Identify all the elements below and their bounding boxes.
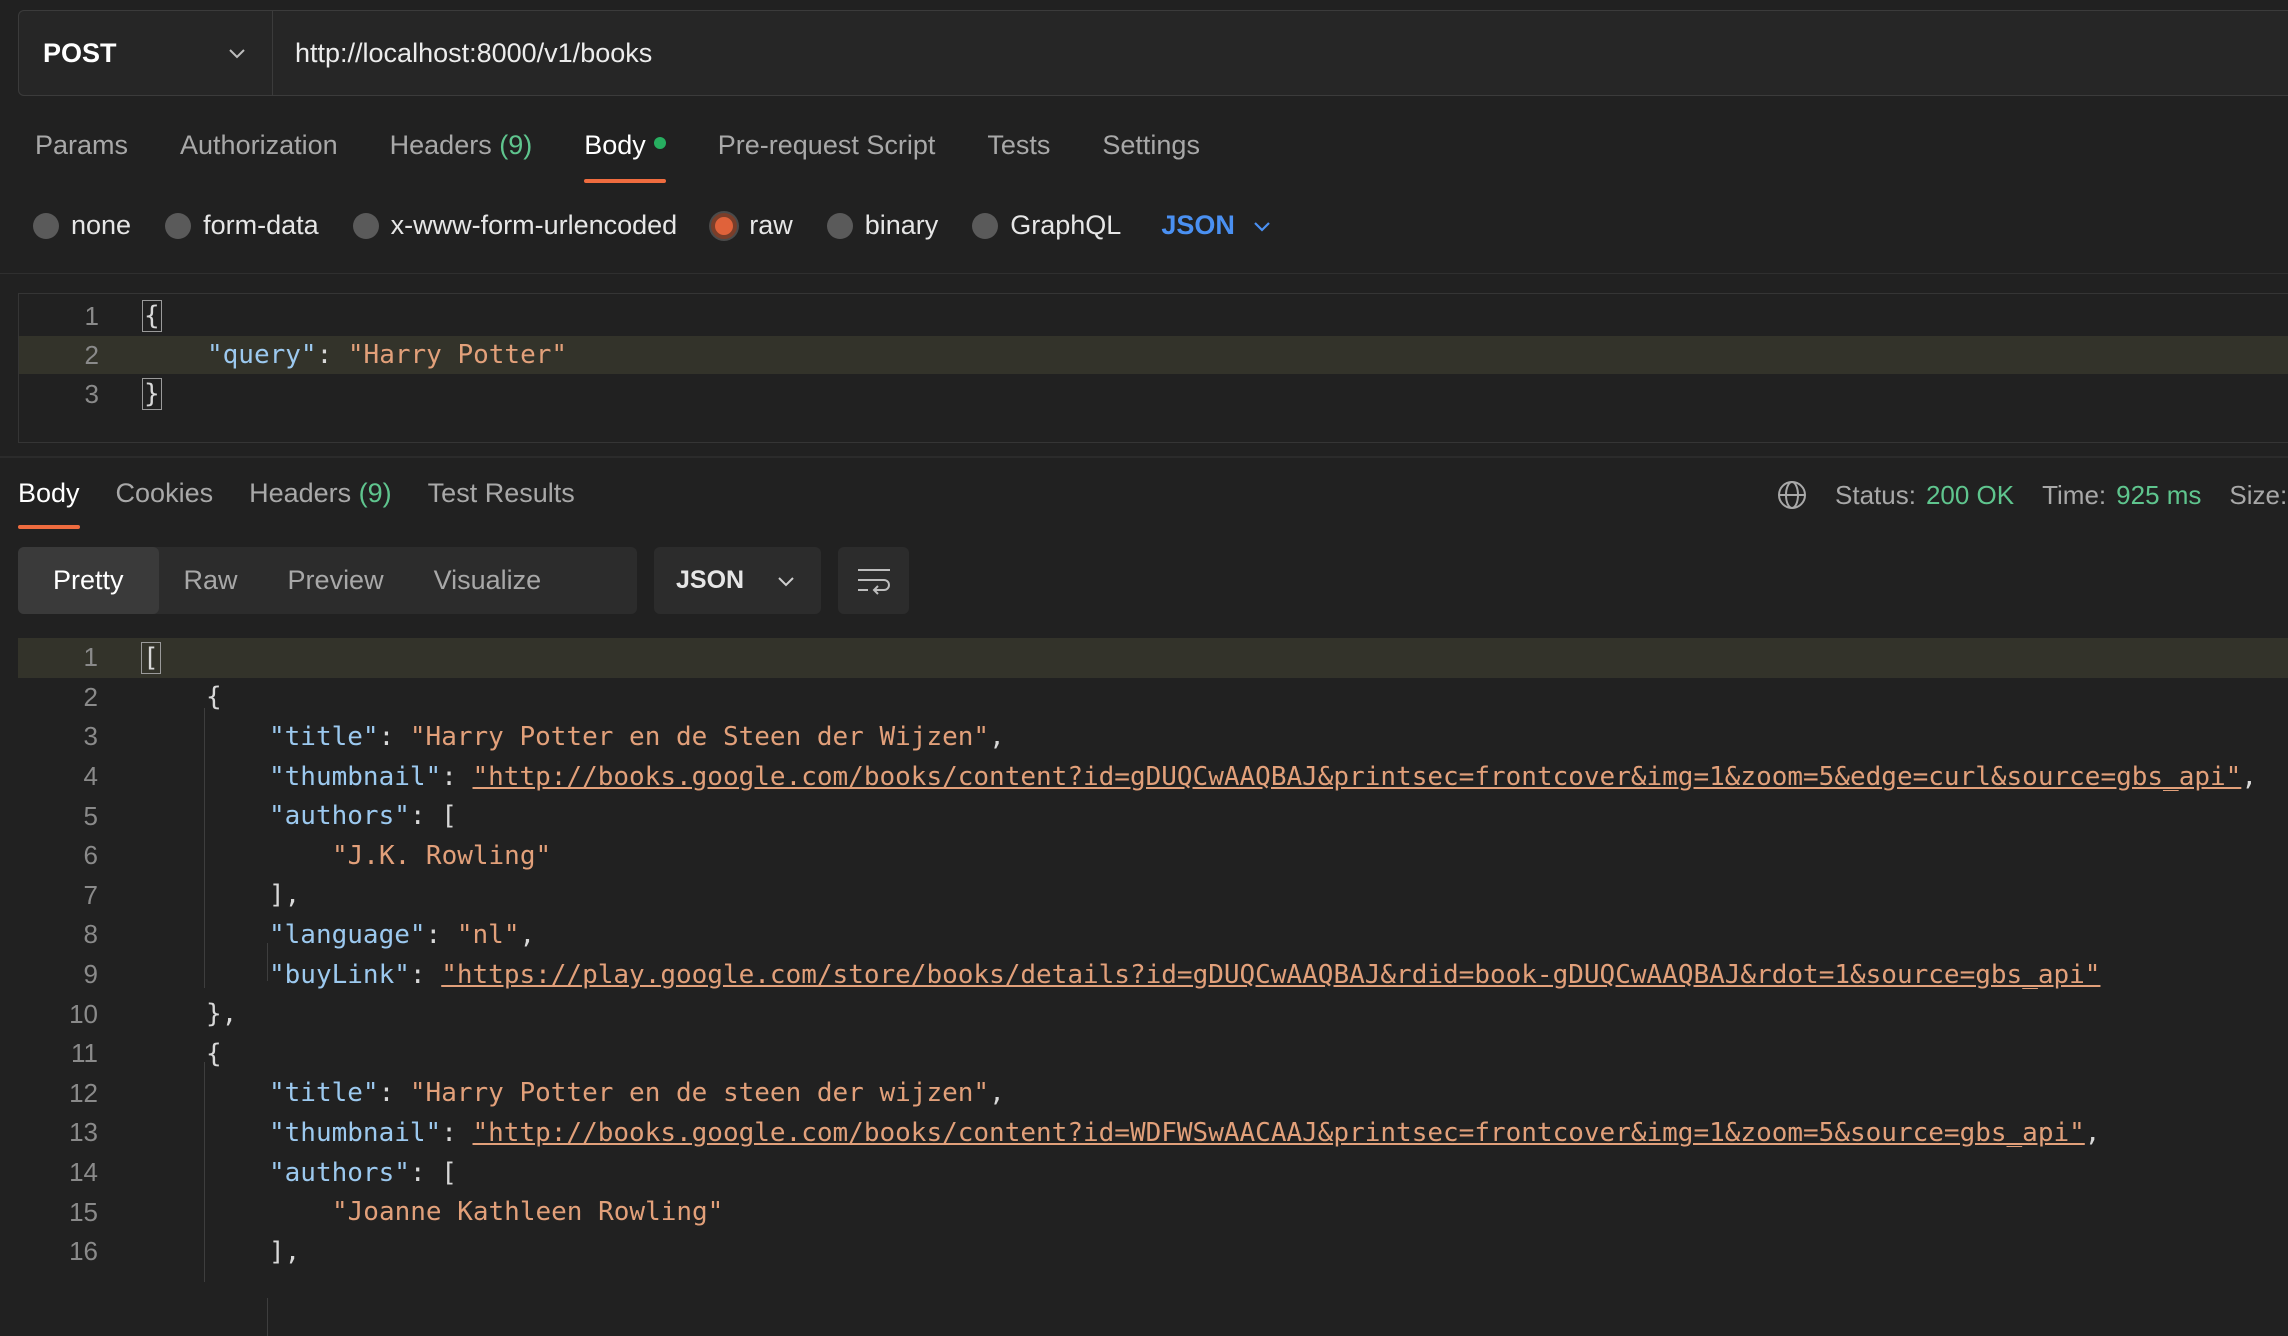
code-line: 3 } <box>84 378 162 410</box>
response-body-viewer[interactable]: 1 [ 2 { 3 "title": "Harry Potter en de S… <box>18 638 2288 1336</box>
body-modified-dot <box>653 136 666 149</box>
code-line: 6 "J.K. Rowling" <box>83 840 552 871</box>
view-pretty-button[interactable]: Pretty <box>18 547 159 614</box>
thumbnail-link[interactable]: "http://books.google.com/books/content?i… <box>473 1118 2085 1148</box>
chevron-down-icon <box>1254 221 1270 232</box>
code-line: 2 { <box>83 681 222 713</box>
radio-circle-selected <box>711 212 738 239</box>
buy-link[interactable]: "https://play.google.com/store/books/det… <box>441 960 2100 990</box>
wrap-lines-button[interactable] <box>838 547 909 614</box>
response-tab-headers[interactable]: Headers (9) <box>249 478 392 529</box>
status-badge[interactable]: Status: 200 OK <box>1835 480 2014 511</box>
radio-circle <box>33 212 59 239</box>
view-preview-button[interactable]: Preview <box>263 547 409 614</box>
tab-authorization[interactable]: Authorization <box>180 130 338 183</box>
response-tab-cookies[interactable]: Cookies <box>116 478 214 529</box>
tab-headers[interactable]: Headers (9) <box>390 130 533 183</box>
radio-graphql[interactable]: GraphQL <box>972 210 1121 241</box>
method-label: POST <box>43 37 117 68</box>
code-line: 15 "Joanne Kathleen Rowling" <box>69 1196 724 1228</box>
code-line: 8 "language": "nl", <box>83 919 536 950</box>
view-visualize-button[interactable]: Visualize <box>409 547 567 614</box>
radio-binary[interactable]: binary <box>826 210 938 241</box>
radio-raw[interactable]: raw <box>711 210 793 241</box>
code-line: 12 "title": "Harry Potter en de steen de… <box>69 1077 1005 1109</box>
radio-urlencoded[interactable]: x-www-form-urlencoded <box>352 210 677 241</box>
code-line: 11 { <box>71 1038 222 1069</box>
body-type-options: none form-data x-www-form-urlencoded raw… <box>33 210 1273 241</box>
response-tab-test-results[interactable]: Test Results <box>428 478 575 529</box>
view-mode-toggle: Pretty Raw Preview Visualize <box>18 547 637 614</box>
tab-body[interactable]: Body <box>584 130 666 183</box>
code-line: 10 }, <box>69 998 238 1030</box>
code-line: 3 "title": "Harry Potter en de Steen der… <box>83 721 1005 752</box>
json-string: "Harry Potter" <box>347 340 568 370</box>
code-line: 7 ], <box>83 879 301 911</box>
thumbnail-link[interactable]: "http://books.google.com/books/content?i… <box>473 762 2242 792</box>
code-line: 9 "buyLink": "https://play.google.com/st… <box>83 959 2101 990</box>
tab-pre-request-script[interactable]: Pre-request Script <box>718 130 936 183</box>
divider <box>0 456 2288 458</box>
request-body-editor[interactable]: 1 { 2 "query": "Harry Potter" 3 } <box>18 293 2288 443</box>
radio-circle <box>352 212 379 239</box>
response-time[interactable]: Time: 925 ms <box>2042 480 2201 511</box>
code-line: 5 "authors": [ <box>83 800 457 832</box>
json-key: "query" <box>207 340 317 370</box>
code-line: 16 ], <box>69 1236 301 1267</box>
method-select[interactable]: POST <box>19 11 273 95</box>
view-raw-button[interactable]: Raw <box>159 547 263 614</box>
response-tabs: Body Cookies Headers (9) Test Results <box>18 478 611 529</box>
response-meta: Status: 200 OK Time: 925 ms Size: <box>1775 478 2288 512</box>
code-line: 4 "thumbnail": "http://books.google.com/… <box>83 761 2257 792</box>
code-line: 14 "authors": [ <box>69 1157 457 1188</box>
headers-count: (9) <box>499 130 533 160</box>
chevron-down-icon <box>778 576 794 586</box>
raw-language-select[interactable]: JSON <box>1161 210 1273 241</box>
tab-params[interactable]: Params <box>35 130 128 183</box>
response-size[interactable]: Size: <box>2229 480 2287 511</box>
radio-circle <box>972 212 999 239</box>
indent-guide <box>267 1298 268 1336</box>
wrap-lines-icon <box>857 568 890 595</box>
divider <box>0 273 2288 274</box>
chevron-down-icon <box>229 49 245 59</box>
code-line: 13 "thumbnail": "http://books.google.com… <box>69 1117 2101 1148</box>
response-tab-body[interactable]: Body <box>18 478 80 529</box>
tab-settings[interactable]: Settings <box>1102 130 1200 183</box>
radio-form-data[interactable]: form-data <box>165 210 319 241</box>
radio-none[interactable]: none <box>33 210 131 241</box>
request-url-bar: POST http://localhost:8000/v1/books <box>18 10 2288 96</box>
request-tabs: Params Authorization Headers (9) Body Pr… <box>35 130 1252 183</box>
url-input[interactable]: http://localhost:8000/v1/books <box>273 38 652 69</box>
code-line-active: 2 "query": "Harry Potter" <box>19 336 2288 374</box>
radio-circle <box>165 212 192 239</box>
globe-icon[interactable] <box>1775 478 1809 512</box>
code-line: 1 { <box>84 300 162 332</box>
code-line-active: 1 [ <box>18 638 2288 678</box>
tab-tests[interactable]: Tests <box>987 130 1050 183</box>
response-format-select[interactable]: JSON <box>654 547 821 614</box>
radio-circle <box>826 212 853 239</box>
